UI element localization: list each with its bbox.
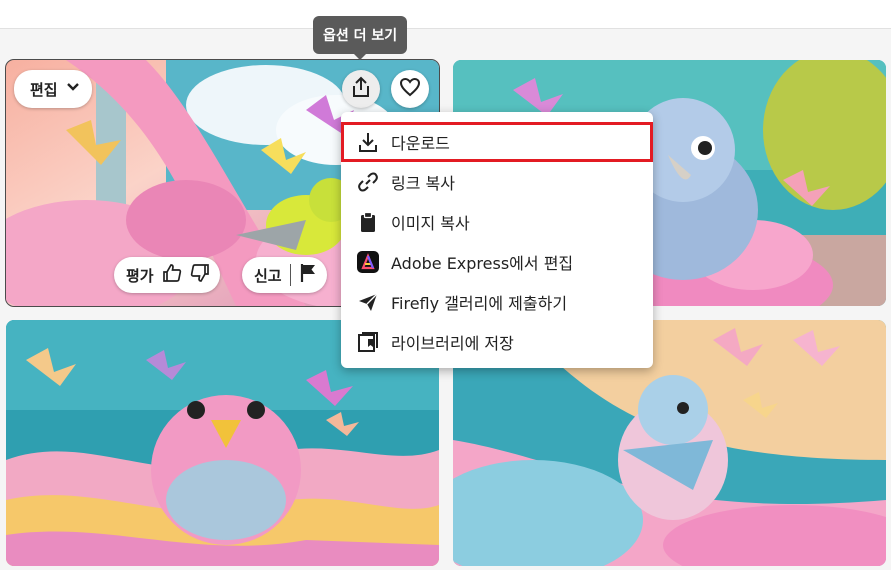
send-icon — [357, 291, 379, 313]
menu-item-label: Firefly 갤러리에 제출하기 — [391, 294, 568, 313]
thumbs-down-icon[interactable] — [190, 263, 210, 287]
heart-icon — [399, 77, 421, 101]
divider — [289, 264, 291, 286]
menu-item-submit-to-gallery[interactable]: Firefly 갤러리에 제출하기 — [341, 282, 653, 322]
favorite-button[interactable] — [391, 70, 429, 108]
report-label: 신고 — [254, 266, 282, 285]
rate-label: 평가 — [126, 266, 154, 285]
chevron-down-icon — [66, 80, 80, 98]
menu-item-edit-in-express[interactable]: Adobe Express에서 편집 — [341, 242, 653, 282]
flag-icon — [299, 263, 317, 287]
rate-control: 평가 — [114, 257, 220, 293]
menu-item-copy-image[interactable]: 이미지 복사 — [341, 202, 653, 242]
thumbs-up-icon[interactable] — [162, 263, 182, 287]
more-options-tooltip: 옵션 더 보기 — [313, 16, 408, 60]
menu-item-label: 링크 복사 — [391, 174, 455, 193]
library-icon — [357, 331, 379, 353]
menu-item-download[interactable]: 다운로드 — [341, 122, 653, 162]
adobe-express-icon — [357, 251, 379, 273]
menu-item-label: 다운로드 — [391, 134, 450, 153]
edit-button[interactable]: 편집 — [14, 70, 92, 108]
menu-item-label: 라이브러리에 저장 — [391, 334, 514, 353]
clipboard-icon — [357, 211, 379, 233]
report-button[interactable]: 신고 — [242, 257, 327, 293]
share-button[interactable] — [342, 70, 380, 108]
edit-label: 편집 — [30, 80, 58, 99]
menu-item-label: 이미지 복사 — [391, 214, 470, 233]
menu-item-label: Adobe Express에서 편집 — [391, 254, 574, 273]
share-icon — [350, 76, 372, 102]
options-menu: 다운로드 링크 복사 이미지 복사 Adobe Express에서 편집 Fir… — [341, 112, 653, 368]
top-bar — [0, 0, 891, 29]
link-icon — [357, 171, 379, 193]
menu-item-save-to-library[interactable]: 라이브러리에 저장 — [341, 322, 653, 362]
download-icon — [357, 131, 379, 153]
menu-item-copy-link[interactable]: 링크 복사 — [341, 162, 653, 202]
